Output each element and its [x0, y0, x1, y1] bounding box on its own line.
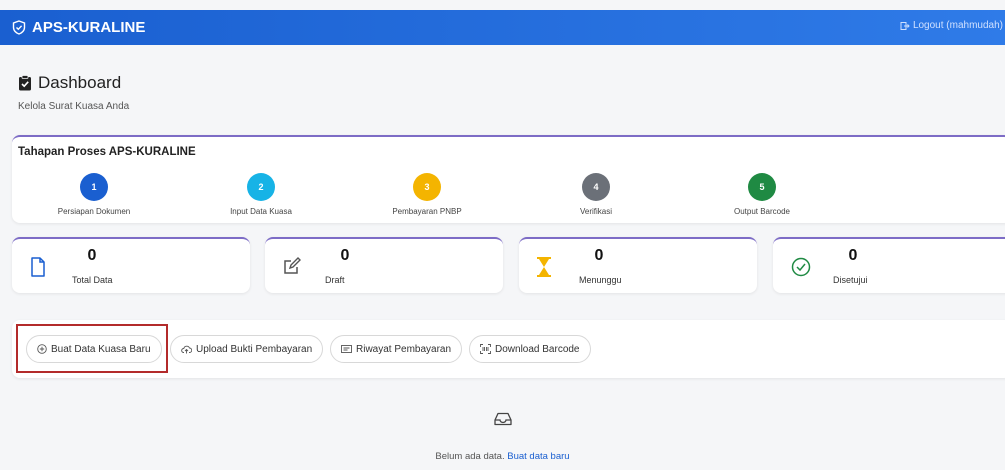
page-header: Dashboard Kelola Surat Kuasa Anda [18, 73, 129, 112]
step-label: Output Barcode [733, 207, 791, 216]
stat-label: Draft [325, 275, 345, 285]
payment-history-button[interactable]: Riwayat Pembayaran [330, 335, 463, 363]
brand-name: APS-KURALINE [32, 19, 146, 36]
stat-value: 0 [340, 247, 350, 264]
step-number-badge: 3 [413, 173, 441, 201]
stat-label: Menunggu [579, 275, 622, 285]
annotation-highlight-box [16, 324, 168, 373]
stat-value: 0 [87, 247, 97, 264]
step-number-badge: 1 [80, 173, 108, 201]
stat-label: Total Data [72, 275, 113, 285]
top-navbar: APS-KURALINE Logout (mahmudah) [0, 10, 1005, 45]
check-circle-icon [791, 257, 811, 277]
stat-card-waiting: 0 Menunggu [519, 237, 757, 293]
logout-icon [900, 21, 910, 30]
button-label: Riwayat Pembayaran [356, 343, 452, 355]
step-number-badge: 4 [582, 173, 610, 201]
upload-payment-proof-button[interactable]: Upload Bukti Pembayaran [170, 335, 324, 363]
cloud-upload-icon [181, 345, 192, 354]
step-number-badge: 2 [247, 173, 275, 201]
process-step-2: 2 Input Data Kuasa [201, 173, 321, 216]
logout-link[interactable]: Logout (mahmudah) [900, 20, 1003, 31]
step-label: Persiapan Dokumen [57, 207, 131, 216]
button-label: Download Barcode [495, 343, 580, 355]
empty-state-text: Belum ada data. Buat data baru [0, 451, 1005, 462]
process-step-3: 3 Pembayaran PNBP [367, 173, 487, 216]
process-step-1: 1 Persiapan Dokumen [34, 173, 154, 216]
empty-message: Belum ada data. [435, 451, 505, 462]
page-title: Dashboard [18, 73, 129, 93]
step-label: Verifikasi [579, 207, 612, 216]
process-title: Tahapan Proses APS-KURALINE [18, 146, 196, 158]
stat-card-total: 0 Total Data [12, 237, 250, 293]
document-icon [31, 257, 45, 277]
stat-card-draft: 0 Draft [265, 237, 503, 293]
inbox-icon [493, 412, 512, 426]
brand[interactable]: APS-KURALINE [12, 19, 145, 36]
create-new-data-link[interactable]: Buat data baru [507, 451, 569, 462]
step-label: Input Data Kuasa [230, 207, 292, 216]
stat-card-approved: 0 Disetujui [773, 237, 1005, 293]
process-step-5: 5 Output Barcode [702, 173, 822, 216]
button-label: Upload Bukti Pembayaran [196, 343, 313, 355]
download-barcode-button[interactable]: Download Barcode [469, 335, 591, 363]
step-number-badge: 5 [748, 173, 776, 201]
shield-check-icon [12, 20, 26, 35]
process-step-4: 4 Verifikasi [536, 173, 656, 216]
clipboard-check-icon [19, 75, 31, 91]
history-icon [341, 345, 352, 353]
empty-state: Belum ada data. Buat data baru [0, 412, 1005, 462]
stat-value: 0 [594, 247, 604, 264]
barcode-icon [480, 344, 491, 354]
process-card: Tahapan Proses APS-KURALINE 1 Persiapan … [12, 135, 1005, 223]
logout-label: Logout (mahmudah) [912, 20, 1003, 31]
page-title-text: Dashboard [38, 73, 122, 92]
page-subtitle: Kelola Surat Kuasa Anda [18, 101, 130, 112]
stat-value: 0 [848, 247, 858, 264]
stat-label: Disetujui [833, 275, 868, 285]
edit-icon [284, 257, 301, 274]
hourglass-icon [537, 257, 551, 277]
step-label: Pembayaran PNBP [392, 207, 462, 216]
